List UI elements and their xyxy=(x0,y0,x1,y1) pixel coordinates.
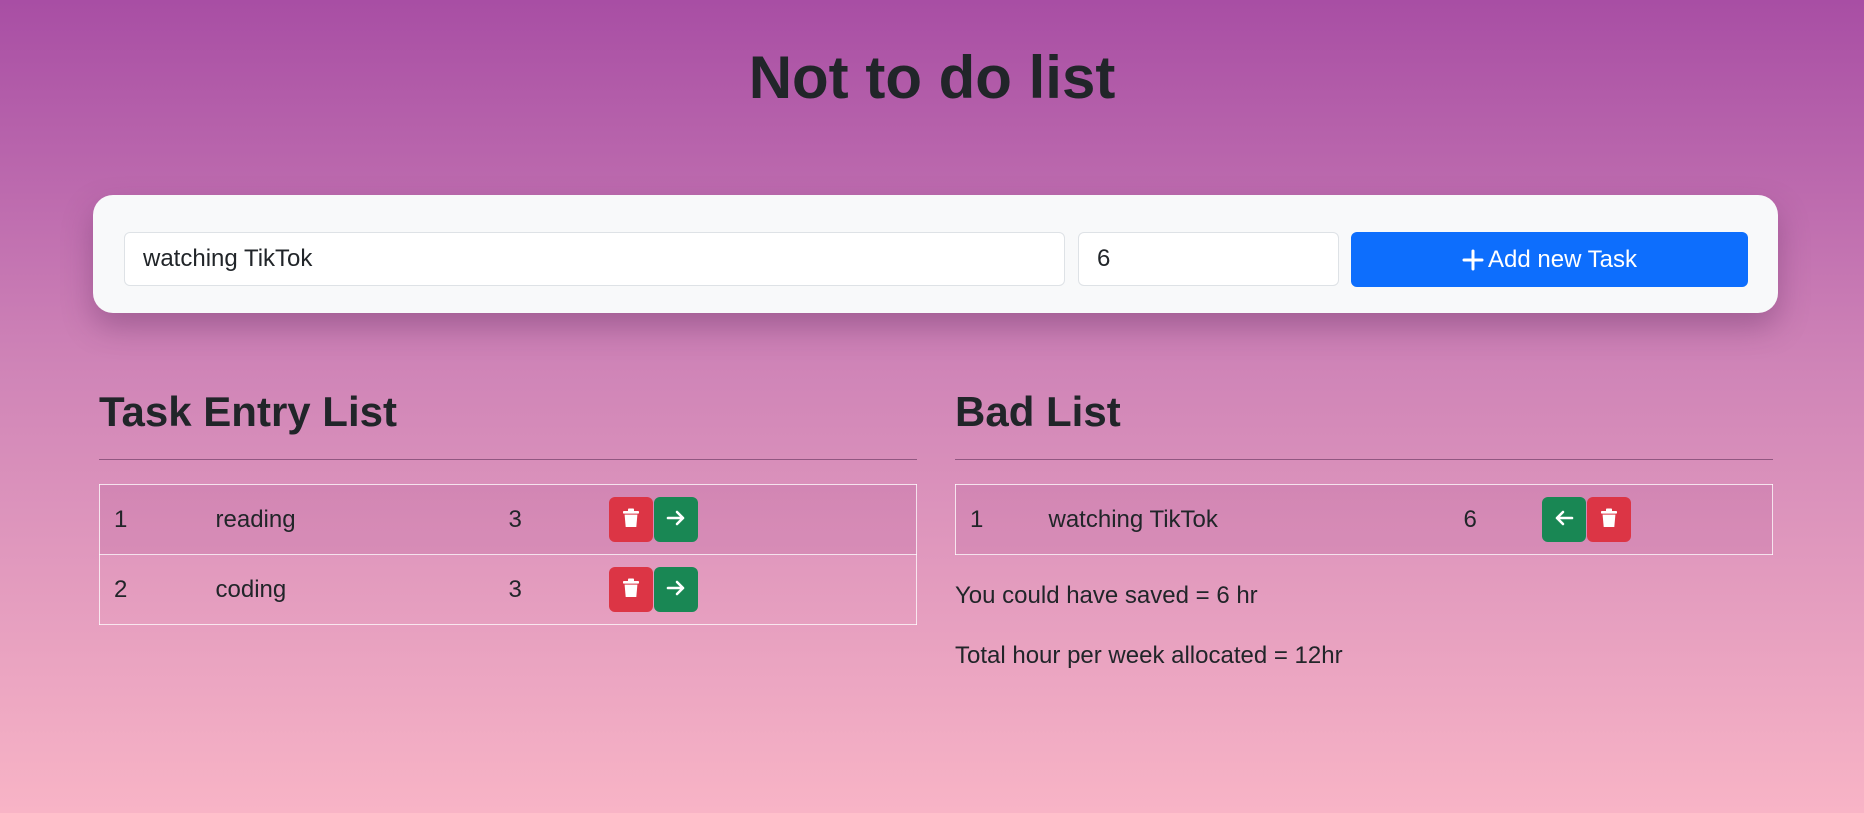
task-entry-table: 1 reading 3 2 coding 3 xyxy=(99,484,917,625)
delete-task-button[interactable] xyxy=(608,567,653,612)
delete-task-button[interactable] xyxy=(1586,497,1631,542)
task-hours: 3 xyxy=(508,484,609,555)
move-to-entry-list-button[interactable] xyxy=(1541,497,1586,542)
task-hours: 3 xyxy=(508,554,609,625)
move-to-bad-list-button[interactable] xyxy=(653,497,698,542)
row-index: 1 xyxy=(955,484,1049,555)
delete-task-button[interactable] xyxy=(608,497,653,542)
add-task-button[interactable]: Add new Task xyxy=(1351,232,1748,287)
arrow-right-icon xyxy=(666,508,686,531)
row-index: 2 xyxy=(99,554,216,625)
table-row: 1 watching TikTok 6 xyxy=(955,484,1773,555)
plus-icon xyxy=(1462,249,1484,271)
task-name: coding xyxy=(215,554,509,625)
bad-list-table: 1 watching TikTok 6 xyxy=(955,484,1773,555)
task-name: watching TikTok xyxy=(1048,484,1464,555)
page-title: Not to do list xyxy=(748,44,1116,111)
arrow-left-icon xyxy=(1554,508,1574,531)
arrow-right-icon xyxy=(666,578,686,601)
bad-list-section: Bad List 1 watching TikTok 6 You could h… xyxy=(955,380,1773,671)
bad-list-heading: Bad List xyxy=(955,388,1121,435)
row-actions xyxy=(608,484,917,555)
task-input[interactable] xyxy=(124,232,1065,286)
task-entry-heading: Task Entry List xyxy=(99,388,397,435)
total-hours-text: Total hour per week allocated = 12hr xyxy=(955,642,1343,669)
row-actions xyxy=(608,554,917,625)
trash-icon xyxy=(622,508,640,531)
row-actions xyxy=(1541,484,1773,555)
divider xyxy=(955,459,1773,460)
move-to-bad-list-button[interactable] xyxy=(653,567,698,612)
task-name: reading xyxy=(215,484,509,555)
task-hours: 6 xyxy=(1463,484,1542,555)
table-row: 1 reading 3 xyxy=(99,484,917,555)
add-task-button-label: Add new Task xyxy=(1488,245,1637,273)
row-index: 1 xyxy=(99,484,216,555)
task-form: Add new Task xyxy=(93,195,1778,313)
task-entry-section: Task Entry List 1 reading 3 2 coding 3 xyxy=(99,380,917,625)
hours-input[interactable] xyxy=(1078,232,1339,286)
saved-hours-text: You could have saved = 6 hr xyxy=(955,582,1258,609)
table-row: 2 coding 3 xyxy=(99,554,917,625)
trash-icon xyxy=(1600,508,1618,531)
divider xyxy=(99,459,917,460)
trash-icon xyxy=(622,578,640,601)
